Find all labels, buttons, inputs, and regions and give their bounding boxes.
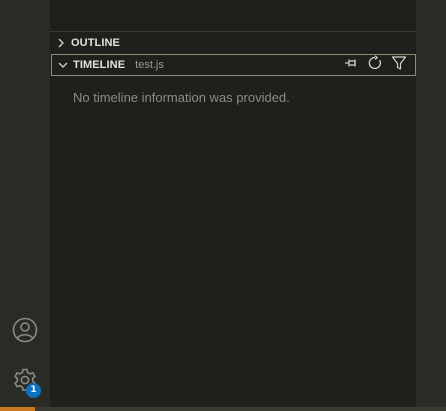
filter-icon: [391, 55, 407, 75]
vscode-window: 1 OUTLINE TIMELINE test.js No timeline i…: [0, 0, 446, 411]
timeline-title: TIMELINE: [73, 59, 126, 71]
filter-button[interactable]: [387, 55, 411, 75]
refresh-button[interactable]: [363, 55, 387, 75]
editor-edge: [416, 0, 446, 407]
outline-section-header[interactable]: OUTLINE: [50, 31, 416, 53]
sidebar: OUTLINE TIMELINE test.js No timeline inf…: [50, 0, 416, 407]
activity-bar: 1: [0, 0, 50, 407]
chevron-down-icon: [53, 54, 73, 76]
timeline-section-header[interactable]: TIMELINE test.js: [51, 54, 416, 76]
pin-button[interactable]: [339, 55, 363, 75]
timeline-empty-message: No timeline information was provided.: [73, 90, 290, 105]
manage-badge: 1: [26, 383, 41, 398]
accounts-button[interactable]: [0, 310, 50, 354]
chevron-right-icon: [51, 32, 71, 54]
explorer-section: [50, 0, 416, 30]
status-bar-accent: [0, 407, 35, 411]
manage-button[interactable]: 1: [0, 360, 50, 404]
timeline-file-name: test.js: [135, 59, 164, 71]
status-bar: [0, 407, 446, 411]
pin-icon: [343, 55, 359, 75]
refresh-icon: [367, 55, 383, 75]
account-icon: [12, 317, 38, 347]
timeline-actions: [339, 55, 411, 75]
outline-title: OUTLINE: [71, 36, 120, 49]
timeline-panel: No timeline information was provided.: [50, 77, 416, 407]
